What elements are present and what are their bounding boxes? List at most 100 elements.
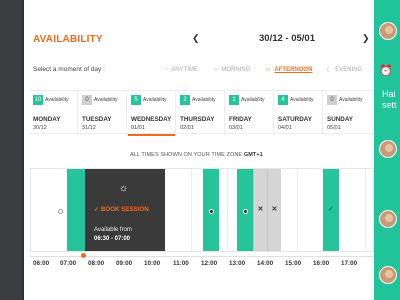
availability-count: 0	[327, 95, 337, 105]
circle-icon: ○	[164, 66, 169, 73]
time-slot-available[interactable]: ✓	[323, 169, 339, 251]
hour-label: 10:00	[144, 260, 161, 267]
hour-label: 13:00	[229, 260, 246, 267]
close-icon: ✕	[271, 206, 278, 213]
availability-count: 0	[82, 95, 92, 105]
avatar[interactable]	[379, 22, 397, 40]
sunrise-icon: ☼	[212, 66, 219, 73]
notification-text: Hai	[382, 89, 396, 99]
hour-label: 06:00	[33, 260, 50, 267]
time-slot-available[interactable]	[67, 169, 85, 251]
current-time-marker[interactable]	[81, 253, 86, 258]
day-friday[interactable]: 1 Availability FRIDAY 03/01	[226, 91, 274, 135]
availability-panel: AVAILABILITY ❮ 30/12 - 05/01 ❯ Select a …	[24, 0, 374, 300]
time-slot-grid: ☼ ✓ BOOK SESSION Available from 06:30 - …	[30, 168, 374, 252]
moment-morning-label: MORNING	[221, 66, 251, 73]
time-slot-available[interactable]	[237, 169, 253, 251]
availability-label: Availability	[339, 97, 363, 103]
hour-label: 09:00	[116, 260, 133, 267]
sun-icon: ☼	[265, 66, 272, 73]
moment-label: Select a moment of day :	[33, 66, 105, 73]
moment-morning[interactable]: ☼ MORNING	[212, 66, 250, 73]
slot-divider	[365, 169, 366, 251]
day-date: 30/12	[33, 125, 47, 131]
page-title: AVAILABILITY	[33, 34, 103, 45]
book-session-label: BOOK SESSION	[100, 206, 149, 213]
day-name: MONDAY	[33, 116, 61, 123]
time-slot-unavailable: ✕	[267, 169, 281, 251]
day-thursday[interactable]: 2 Availability THURSDAY 02/01	[177, 91, 225, 135]
availability-label: Availability	[241, 97, 265, 103]
moment-anytime[interactable]: ○ ANYTIME	[164, 66, 198, 73]
day-selector: 10 Availability MONDAY 30/12 0 Availabil…	[30, 90, 374, 136]
day-saturday[interactable]: 4 Availability SATURDAY 04/01	[275, 91, 323, 135]
day-date: 05/01	[327, 125, 341, 131]
sun-icon: ☼	[119, 183, 129, 194]
availability-label: Availability	[290, 97, 314, 103]
moment-anytime-label: ANYTIME	[171, 66, 198, 73]
moment-evening[interactable]: ☾ EVENING	[326, 66, 362, 74]
check-icon: ✓	[328, 206, 334, 213]
available-from-label: Available from	[94, 227, 132, 233]
avatar[interactable]	[379, 266, 397, 284]
chevron-left-icon[interactable]: ❮	[192, 33, 200, 44]
day-date: 02/01	[180, 125, 194, 131]
timezone-prefix: ALL TIMES SHOWN ON YOUR TIME ZONE	[130, 152, 243, 158]
slot-marker[interactable]	[58, 209, 63, 214]
close-icon: ✕	[257, 206, 264, 213]
day-name: SATURDAY	[278, 116, 312, 123]
availability-count: 5	[131, 95, 141, 105]
day-name: THURSDAY	[180, 116, 215, 123]
book-session-button[interactable]: ✓ BOOK SESSION	[94, 206, 149, 213]
left-sidebar-strip	[0, 0, 24, 300]
timezone-zone: GMT+1	[243, 152, 263, 158]
availability-label: Availability	[192, 97, 216, 103]
avatar[interactable]	[379, 210, 397, 228]
hour-label: 16:00	[313, 260, 330, 267]
hour-label: 12:00	[201, 260, 218, 267]
availability-count: 4	[278, 95, 288, 105]
hour-label: 14:00	[257, 260, 274, 267]
slot-divider	[191, 169, 192, 251]
hour-label: 08:00	[88, 260, 105, 267]
avatar[interactable]	[379, 140, 397, 158]
day-sunday[interactable]: 0 Availability SUNDAY 05/01	[324, 91, 372, 135]
time-slot-available[interactable]	[203, 169, 219, 251]
day-date: 04/01	[278, 125, 292, 131]
timezone-note: ALL TIMES SHOWN ON YOUR TIME ZONE GMT+1	[130, 152, 263, 158]
alarm-clock-icon: ⏰	[379, 65, 393, 77]
hour-label: 17:00	[341, 260, 358, 267]
hour-label: 15:00	[285, 260, 302, 267]
availability-count: 10	[33, 95, 43, 105]
day-name: SUNDAY	[327, 116, 354, 123]
day-monday[interactable]: 10 Availability MONDAY 30/12	[30, 91, 78, 135]
day-wednesday[interactable]: 5 Availability WEDNESDAY 01/01	[128, 91, 176, 136]
availability-label: Availability	[94, 97, 118, 103]
time-slot-unavailable: ✕	[253, 169, 267, 251]
hour-label: 07:00	[60, 260, 77, 267]
availability-count: 1	[229, 95, 239, 105]
slot-marker	[242, 209, 248, 214]
slot-marker	[208, 209, 214, 214]
day-date: 01/01	[131, 125, 145, 131]
day-name: WEDNESDAY	[131, 116, 172, 123]
available-range: 06:30 - 07:00	[94, 236, 131, 242]
day-name: TUESDAY	[82, 116, 112, 123]
availability-count: 2	[180, 95, 190, 105]
day-tuesday[interactable]: 0 Availability TUESDAY 31/12	[79, 91, 127, 135]
day-date: 03/01	[229, 125, 243, 131]
slot-divider	[227, 169, 228, 251]
booking-card[interactable]: ☼ ✓ BOOK SESSION Available from 06:30 - …	[85, 169, 165, 251]
availability-label: Availability	[45, 97, 69, 103]
moment-evening-label: EVENING	[335, 67, 363, 73]
moment-afternoon-label: AFTERNOON	[274, 66, 313, 73]
hour-labels: 06:00 07:00 08:00 09:00 10:00 11:00 12:0…	[30, 260, 374, 272]
hour-label: 11:00	[173, 260, 189, 267]
notification-text: sett	[382, 100, 397, 110]
chevron-right-icon[interactable]: ❯	[362, 33, 370, 44]
date-range: 30/12 - 05/01	[259, 33, 315, 44]
slot-divider	[297, 169, 298, 251]
moon-icon: ☾	[326, 67, 333, 74]
moment-afternoon[interactable]: ☼ AFTERNOON	[265, 66, 312, 73]
right-panel: ⏰ Hai sett	[374, 0, 400, 300]
